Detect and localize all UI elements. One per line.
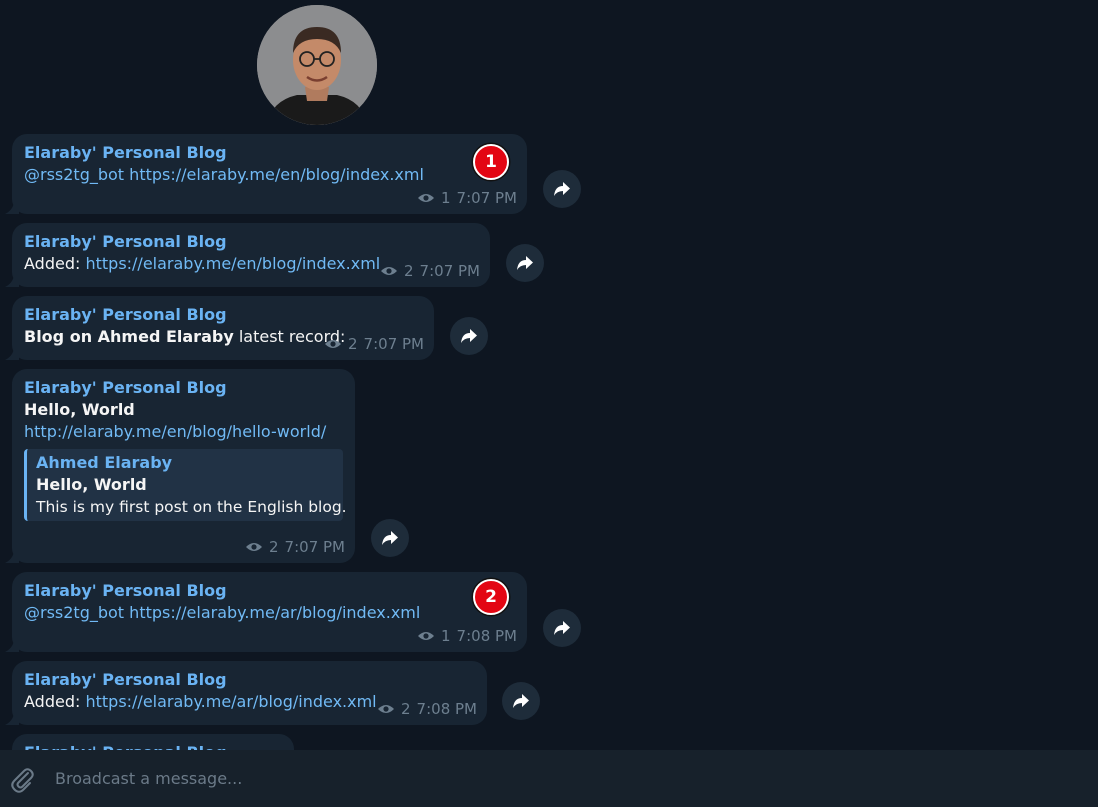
eye-icon bbox=[325, 340, 341, 348]
eye-icon bbox=[246, 543, 262, 551]
forward-button[interactable] bbox=[543, 170, 581, 208]
paperclip-icon[interactable] bbox=[7, 764, 37, 794]
bubble-tail bbox=[5, 348, 19, 360]
message-meta: 2 7:07 PM bbox=[245, 536, 345, 558]
message-bubble[interactable]: Elaraby' Personal Blog Added: https://el… bbox=[5, 223, 490, 287]
person-photo-icon bbox=[257, 5, 377, 125]
annotation-badge: 1 bbox=[473, 144, 509, 180]
eye-icon bbox=[418, 632, 434, 640]
message-link[interactable]: https://elaraby.me/en/blog/index.xml bbox=[129, 165, 424, 184]
message-composer bbox=[0, 750, 1098, 807]
message-bold-text: Hello, World bbox=[24, 400, 135, 419]
message-author[interactable]: Elaraby' Personal Blog bbox=[24, 580, 515, 602]
message[interactable]: Elaraby' Personal Blog Blog on Ahmed Ela… bbox=[5, 296, 488, 360]
message[interactable]: Elaraby' Personal Blog Hello, World http… bbox=[5, 369, 409, 563]
message-meta: 2 7:07 PM bbox=[324, 333, 424, 355]
message-bold-text: Blog on Ahmed Elaraby bbox=[24, 327, 234, 346]
annotation-badge: 2 bbox=[473, 579, 509, 615]
message-prefix: Added: bbox=[24, 692, 81, 711]
message[interactable]: Elaraby' Personal Blog Added: https://el… bbox=[5, 661, 540, 725]
preview-description: This is my first post on the English blo… bbox=[36, 498, 347, 516]
message-meta: 1 7:08 PM bbox=[417, 625, 517, 647]
forward-button[interactable] bbox=[371, 519, 409, 557]
bubble-tail bbox=[5, 640, 19, 652]
message-bubble[interactable]: Elaraby' Personal Blog @rss2tg_bot https… bbox=[5, 572, 527, 652]
view-count: 2 bbox=[401, 700, 411, 718]
message-author[interactable]: Elaraby' Personal Blog bbox=[24, 304, 422, 326]
message-author[interactable]: Elaraby' Personal Blog bbox=[24, 377, 343, 399]
message-link[interactable]: https://elaraby.me/ar/blog/index.xml bbox=[85, 692, 376, 711]
message-link[interactable]: https://elaraby.me/en/blog/index.xml bbox=[85, 254, 380, 273]
message-time: 7:07 PM bbox=[284, 538, 345, 556]
message-input[interactable] bbox=[53, 768, 957, 789]
message-author[interactable]: Elaraby' Personal Blog bbox=[24, 669, 475, 691]
forward-button[interactable] bbox=[450, 317, 488, 355]
message[interactable]: Elaraby' Personal Blog Added: https://el… bbox=[5, 223, 544, 287]
share-arrow-icon bbox=[382, 531, 398, 545]
message-time: 7:07 PM bbox=[419, 262, 480, 280]
preview-title: Hello, World bbox=[36, 475, 147, 494]
bubble-tail bbox=[5, 551, 19, 563]
bubble-tail bbox=[5, 275, 19, 287]
forward-button[interactable] bbox=[502, 682, 540, 720]
eye-icon bbox=[378, 705, 394, 713]
share-arrow-icon bbox=[461, 329, 477, 343]
forward-button[interactable] bbox=[543, 609, 581, 647]
message-bubble[interactable]: Elaraby' Personal Blog Blog on Ahmed Ela… bbox=[5, 296, 434, 360]
message-bubble[interactable]: Elaraby' Personal Blog @rss2tg_bot https… bbox=[5, 134, 527, 214]
message-author[interactable]: Elaraby' Personal Blog bbox=[24, 742, 282, 750]
message-link[interactable]: https://elaraby.me/ar/blog/index.xml bbox=[129, 603, 420, 622]
bot-mention-link[interactable]: @rss2tg_bot bbox=[24, 603, 124, 622]
message-bubble[interactable]: Elaraby' Personal Blog bbox=[12, 734, 294, 750]
message[interactable]: Elaraby' Personal Blog @rss2tg_bot https… bbox=[5, 572, 581, 652]
message-time: 7:07 PM bbox=[363, 335, 424, 353]
chat-area[interactable]: Elaraby' Personal Blog @rss2tg_bot https… bbox=[0, 0, 1098, 750]
eye-icon bbox=[418, 194, 434, 202]
view-count: 1 bbox=[441, 189, 451, 207]
message-time: 7:08 PM bbox=[456, 627, 517, 645]
eye-icon bbox=[381, 267, 397, 275]
channel-avatar[interactable] bbox=[257, 5, 377, 125]
share-arrow-icon bbox=[513, 694, 529, 708]
share-arrow-icon bbox=[517, 256, 533, 270]
view-count: 1 bbox=[441, 627, 451, 645]
bubble-tail bbox=[5, 713, 19, 725]
forward-button[interactable] bbox=[506, 244, 544, 282]
message[interactable]: Elaraby' Personal Blog bbox=[12, 734, 294, 750]
bubble-tail bbox=[5, 202, 19, 214]
message-bubble[interactable]: Elaraby' Personal Blog Hello, World http… bbox=[5, 369, 355, 563]
share-arrow-icon bbox=[554, 182, 570, 196]
message[interactable]: Elaraby' Personal Blog @rss2tg_bot https… bbox=[5, 134, 581, 214]
message-meta: 1 7:07 PM bbox=[417, 187, 517, 209]
message-bubble[interactable]: Elaraby' Personal Blog Added: https://el… bbox=[5, 661, 487, 725]
message-meta: 2 7:08 PM bbox=[377, 698, 477, 720]
message-author[interactable]: Elaraby' Personal Blog bbox=[24, 231, 478, 253]
view-count: 2 bbox=[404, 262, 414, 280]
message-time: 7:07 PM bbox=[456, 189, 517, 207]
message-prefix: Added: bbox=[24, 254, 81, 273]
message-time: 7:08 PM bbox=[416, 700, 477, 718]
view-count: 2 bbox=[269, 538, 279, 556]
message-meta: 2 7:07 PM bbox=[380, 260, 480, 282]
share-arrow-icon bbox=[554, 621, 570, 635]
bot-mention-link[interactable]: @rss2tg_bot bbox=[24, 165, 124, 184]
view-count: 2 bbox=[348, 335, 358, 353]
message-author[interactable]: Elaraby' Personal Blog bbox=[24, 142, 515, 164]
message-link[interactable]: http://elaraby.me/en/blog/hello-world/ bbox=[24, 421, 343, 443]
link-preview[interactable]: Ahmed Elaraby Hello, World This is my fi… bbox=[24, 449, 347, 521]
preview-site-name: Ahmed Elaraby bbox=[36, 453, 173, 472]
